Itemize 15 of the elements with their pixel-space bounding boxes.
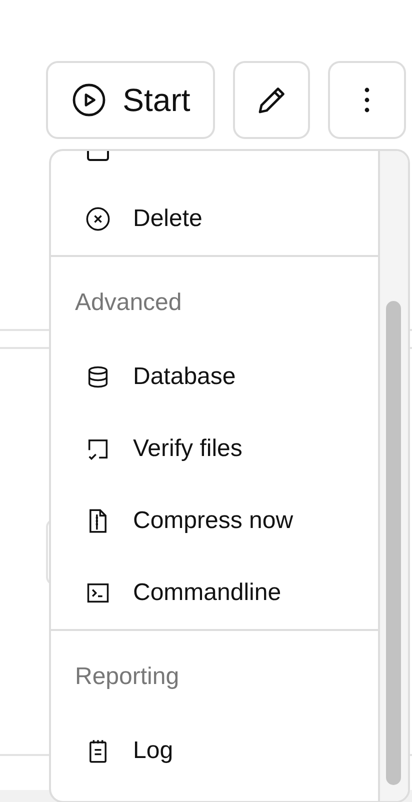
start-button[interactable]: Start [46, 61, 215, 139]
play-icon [70, 82, 107, 118]
edit-button[interactable] [232, 61, 310, 139]
menu-item[interactable]: Verify files [51, 413, 378, 485]
menu-section-header: Advanced [74, 288, 183, 318]
menu-item[interactable]: Commandline [51, 557, 378, 629]
circle-x-icon [85, 206, 111, 232]
more-button[interactable] [328, 61, 406, 139]
more-vertical-icon [364, 87, 370, 113]
menu-item[interactable]: Compress now [51, 485, 378, 557]
menu-section-header: Reporting [74, 662, 180, 692]
scrollbar-thumb[interactable] [386, 301, 401, 785]
menu-item[interactable]: Delete [51, 183, 378, 255]
menu-item[interactable]: Log [51, 715, 378, 787]
menu-item[interactable]: Database [51, 341, 378, 413]
